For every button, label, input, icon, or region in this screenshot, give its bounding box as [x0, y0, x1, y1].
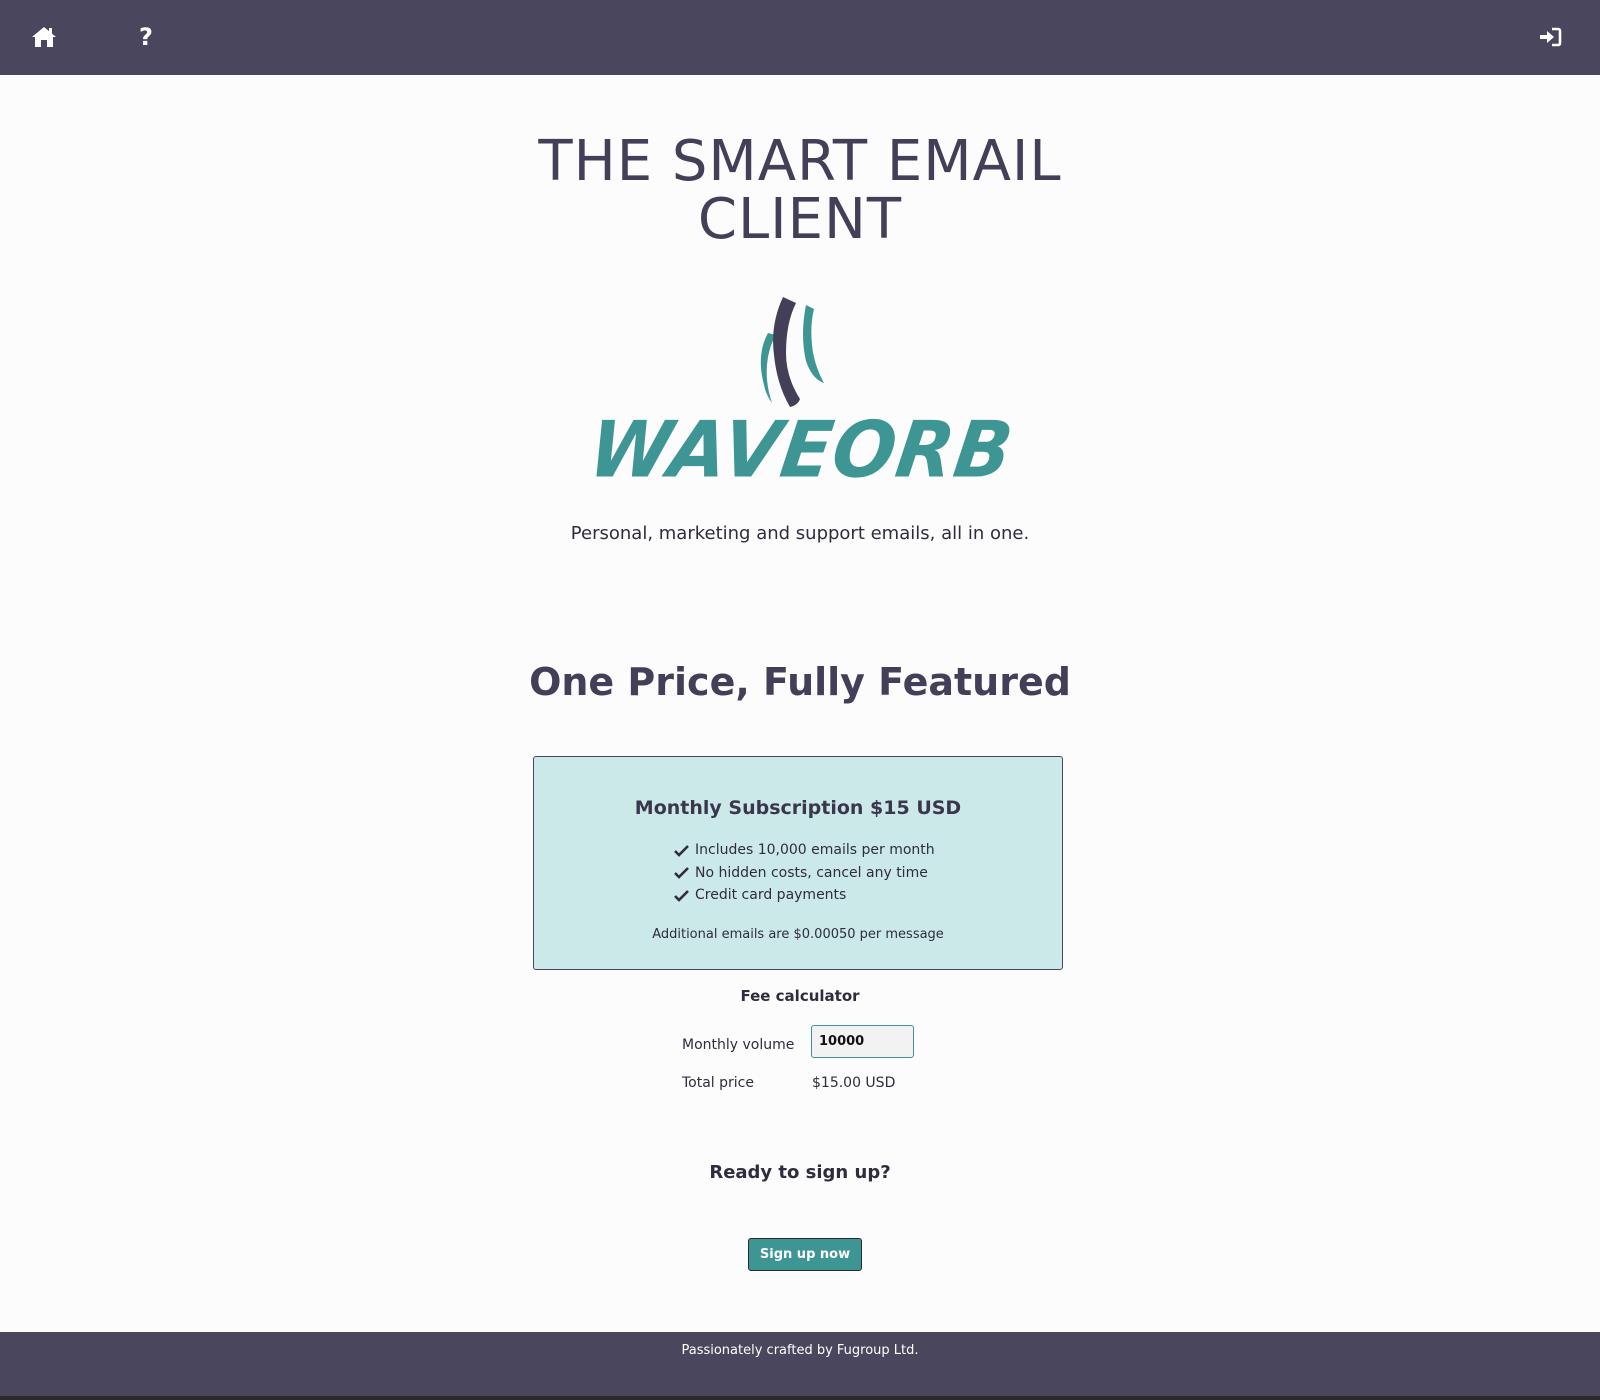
tagline: Personal, marketing and support emails, … — [570, 523, 1030, 544]
sign-up-button[interactable]: Sign up now — [748, 1238, 862, 1271]
check-icon — [674, 844, 689, 857]
sign-in-icon — [1538, 27, 1562, 47]
feature-item: No hidden costs, cancel any time — [674, 862, 935, 885]
feature-item: Includes 10,000 emails per month — [674, 839, 935, 862]
top-navbar: ? — [0, 0, 1600, 75]
footer: Passionately crafted by Fugroup Ltd. — [0, 1332, 1600, 1396]
pricing-heading: One Price, Fully Featured — [529, 660, 1071, 704]
question-icon: ? — [139, 23, 153, 51]
monthly-volume-input[interactable] — [811, 1025, 914, 1058]
hero-title-line1: THE SMART EMAIL — [538, 129, 1062, 194]
logo-wordmark: WAVEORB — [583, 404, 1019, 496]
plan-title: Monthly Subscription $15 USD — [634, 797, 962, 819]
plan-note: Additional emails are $0.00050 per messa… — [652, 927, 944, 942]
login-button[interactable] — [1533, 20, 1567, 54]
feature-text: Includes 10,000 emails per month — [695, 842, 935, 859]
signup-heading: Ready to sign up? — [709, 1162, 891, 1183]
help-button[interactable]: ? — [129, 20, 163, 54]
monthly-volume-label: Monthly volume — [682, 1037, 795, 1053]
total-price-label: Total price — [682, 1075, 754, 1091]
feature-list: Includes 10,000 emails per month No hidd… — [674, 839, 935, 907]
feature-item: Credit card payments — [674, 884, 935, 907]
feature-text: Credit card payments — [695, 887, 847, 904]
hero-title-line2: CLIENT — [697, 187, 903, 252]
check-icon — [674, 867, 689, 880]
check-icon — [674, 889, 689, 902]
footer-text: Passionately crafted by Fugroup Ltd. — [681, 1343, 919, 1358]
feature-text: No hidden costs, cancel any time — [695, 864, 928, 881]
home-icon — [31, 26, 57, 48]
home-button[interactable] — [27, 20, 61, 54]
bottom-strip — [0, 1396, 1600, 1400]
fee-calculator-heading: Fee calculator — [740, 987, 860, 1005]
main-content: THE SMART EMAIL CLIENT WAVEORB Personal,… — [0, 75, 1600, 1307]
plan-card: Monthly Subscription $15 USD Includes 10… — [533, 756, 1063, 970]
hero-title: THE SMART EMAIL CLIENT — [0, 133, 1600, 249]
total-price-value: $15.00 USD — [812, 1075, 896, 1091]
wave-logo-icon — [760, 297, 824, 407]
